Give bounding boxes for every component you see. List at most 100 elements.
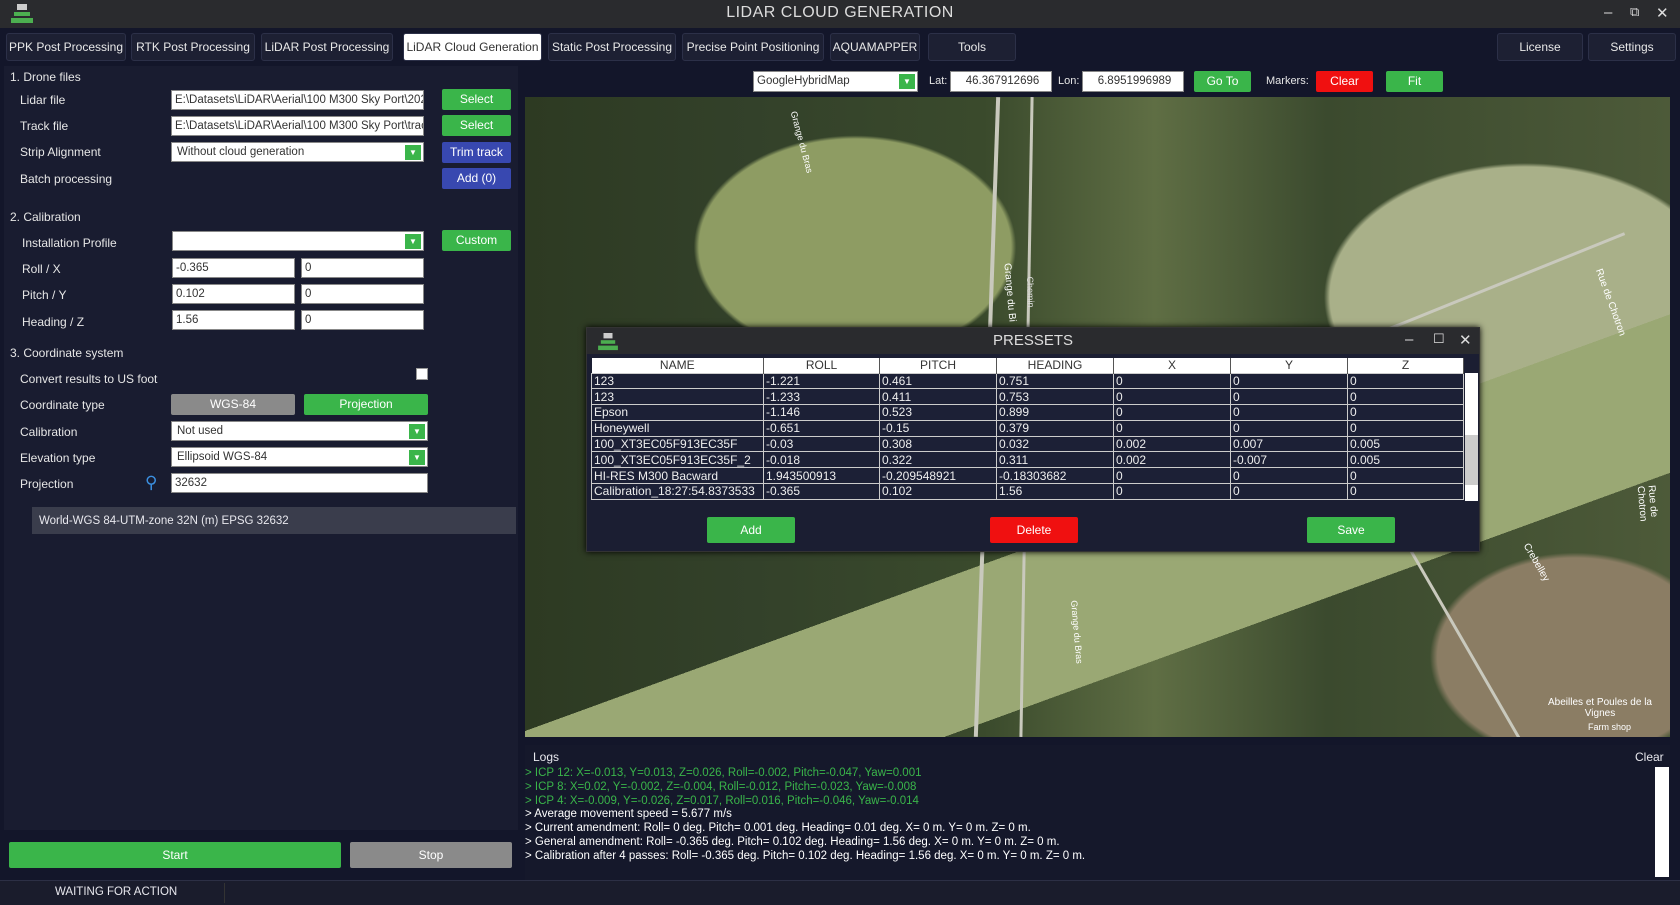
table-cell[interactable]: 0.751 <box>996 372 1114 390</box>
lon-input[interactable]: 6.8951996989 <box>1082 71 1184 92</box>
tab-license[interactable]: License <box>1497 33 1583 61</box>
table-cell[interactable]: -0.018 <box>763 451 880 469</box>
table-cell[interactable]: 0.032 <box>996 435 1114 453</box>
table-cell[interactable]: 0 <box>1347 467 1464 485</box>
table-row[interactable]: Calibration_18:27:54.8373533 -0.365 0.102 1… <box>591 483 1464 500</box>
table-cell[interactable]: 0.311 <box>996 451 1114 469</box>
track-file-input[interactable]: E:\Datasets\LiDAR\Aerial\100 M300 Sky Po… <box>171 116 424 136</box>
table-cell[interactable]: 0.461 <box>879 372 997 390</box>
table-cell[interactable]: 0.523 <box>879 404 997 421</box>
table-cell[interactable]: 0 <box>1230 483 1348 500</box>
table-row[interactable]: HI-RES M300 Bacward 1.943500913 -0.2095489… <box>591 467 1464 485</box>
column-header[interactable]: Y <box>1230 358 1348 373</box>
table-cell[interactable]: 0.899 <box>996 404 1114 421</box>
select-track-button[interactable]: Select <box>442 115 511 136</box>
column-header[interactable]: X <box>1113 358 1231 373</box>
tab-lidar-cloud-generation[interactable]: LiDAR Cloud Generation <box>403 33 542 61</box>
table-cell[interactable]: 0 <box>1230 467 1348 485</box>
table-cell[interactable]: 1.56 <box>996 483 1114 500</box>
tab-aquamapper[interactable]: AQUAMAPPER <box>830 33 920 61</box>
table-cell[interactable]: 0.753 <box>996 388 1114 406</box>
roll-input[interactable]: -0.365 <box>172 258 295 278</box>
table-cell[interactable]: -0.365 <box>763 483 880 500</box>
tab-precise-point-positioning[interactable]: Precise Point Positioning <box>682 33 824 61</box>
table-cell[interactable]: 0.308 <box>879 435 997 453</box>
elevation-type-select[interactable]: Ellipsoid WGS-84 ▼ <box>171 447 428 467</box>
us-foot-checkbox[interactable] <box>416 368 428 380</box>
table-cell[interactable]: -0.007 <box>1230 451 1348 469</box>
add-preset-button[interactable]: Add <box>707 517 795 543</box>
table-cell[interactable]: Epson <box>591 404 764 421</box>
restore-icon[interactable]: ⧉ <box>1630 4 1639 20</box>
column-header[interactable]: NAME <box>591 358 764 373</box>
table-cell[interactable]: 100_XT3EC05F913EC35F_2 <box>591 451 764 469</box>
table-cell[interactable]: 0 <box>1113 404 1231 421</box>
table-cell[interactable]: 0.007 <box>1230 435 1348 453</box>
table-cell[interactable]: 0.005 <box>1347 435 1464 453</box>
minimize-icon[interactable]: – <box>1604 4 1612 21</box>
table-cell[interactable]: 0.002 <box>1113 451 1231 469</box>
table-row[interactable]: 123 -1.221 0.461 0.751 0 0 0 <box>591 372 1464 390</box>
delete-preset-button[interactable]: Delete <box>990 517 1078 543</box>
lidar-file-input[interactable]: E:\Datasets\LiDAR\Aerial\100 M300 Sky Po… <box>171 90 424 110</box>
map-provider-select[interactable]: GoogleHybridMap ▼ <box>753 71 918 92</box>
column-header[interactable]: ROLL <box>763 358 880 373</box>
table-cell[interactable]: 0 <box>1113 483 1231 500</box>
table-cell[interactable]: 0.102 <box>879 483 997 500</box>
tab-settings[interactable]: Settings <box>1588 33 1676 61</box>
table-cell[interactable]: 0.005 <box>1347 451 1464 469</box>
pitch-input[interactable]: 0.102 <box>172 284 295 304</box>
table-cell[interactable]: 0 <box>1347 404 1464 421</box>
table-scrollbar[interactable] <box>1465 373 1478 501</box>
table-cell[interactable]: -0.03 <box>763 435 880 453</box>
save-preset-button[interactable]: Save <box>1307 517 1395 543</box>
table-row[interactable]: 100_XT3EC05F913EC35F_2 -0.018 0.322 0.311 0.… <box>591 451 1464 469</box>
tab-rtk-post-processing[interactable]: RTK Post Processing <box>131 33 255 61</box>
strip-alignment-select[interactable]: Without cloud generation ▼ <box>171 142 424 162</box>
select-lidar-button[interactable]: Select <box>442 89 511 110</box>
table-cell[interactable]: 0 <box>1347 483 1464 500</box>
table-cell[interactable]: 0 <box>1113 467 1231 485</box>
tab-ppk-post-processing[interactable]: PPK Post Processing <box>6 33 126 61</box>
table-cell[interactable]: 0.379 <box>996 419 1114 437</box>
table-cell[interactable]: 0 <box>1230 419 1348 437</box>
column-header[interactable]: PITCH <box>879 358 997 373</box>
table-cell[interactable]: 0 <box>1113 419 1231 437</box>
table-row[interactable]: Honeywell -0.651 -0.15 0.379 0 0 0 <box>591 419 1464 437</box>
tab-static-post-processing[interactable]: Static Post Processing <box>548 33 676 61</box>
column-header[interactable]: Z <box>1347 358 1464 373</box>
custom-button[interactable]: Custom <box>442 230 511 251</box>
table-cell[interactable]: -1.221 <box>763 372 880 390</box>
table-cell[interactable]: 0 <box>1113 388 1231 406</box>
calibration-type-select[interactable]: Not used ▼ <box>171 421 428 441</box>
projection-button[interactable]: Projection <box>304 394 428 415</box>
close-icon[interactable]: ✕ <box>1459 331 1472 349</box>
table-cell[interactable]: -1.146 <box>763 404 880 421</box>
table-cell[interactable]: 1.943500913 <box>763 467 880 485</box>
clear-logs-button[interactable]: Clear <box>1635 750 1664 764</box>
table-cell[interactable]: -0.209548921 <box>879 467 997 485</box>
table-cell[interactable]: 123 <box>591 388 764 406</box>
table-cell[interactable]: 0 <box>1230 388 1348 406</box>
table-cell[interactable]: HI-RES M300 Bacward <box>591 467 764 485</box>
table-cell[interactable]: 100_XT3EC05F913EC35F <box>591 435 764 453</box>
table-cell[interactable]: 0 <box>1113 372 1231 390</box>
logs-scrollbar[interactable] <box>1655 767 1669 877</box>
minimize-icon[interactable]: – <box>1405 331 1413 348</box>
table-cell[interactable]: Calibration_18:27:54.8373533 <box>591 483 764 500</box>
table-row[interactable]: 100_XT3EC05F913EC35F -0.03 0.308 0.032 0.002… <box>591 435 1464 453</box>
table-cell[interactable]: -0.15 <box>879 419 997 437</box>
table-cell[interactable]: Honeywell <box>591 419 764 437</box>
table-cell[interactable]: 0.002 <box>1113 435 1231 453</box>
y-input[interactable]: 0 <box>301 284 424 304</box>
projection-input[interactable]: 32632 <box>171 473 428 493</box>
lat-input[interactable]: 46.367912696 <box>950 71 1052 92</box>
close-icon[interactable]: ✕ <box>1656 4 1669 22</box>
table-cell[interactable]: 123 <box>591 372 764 390</box>
tab-tools[interactable]: Tools <box>928 33 1016 61</box>
table-cell[interactable]: 0 <box>1230 404 1348 421</box>
clear-markers-button[interactable]: Clear <box>1316 71 1373 92</box>
maximize-icon[interactable]: ☐ <box>1433 331 1445 347</box>
table-cell[interactable]: 0 <box>1347 419 1464 437</box>
table-cell[interactable]: -0.18303682 <box>996 467 1114 485</box>
